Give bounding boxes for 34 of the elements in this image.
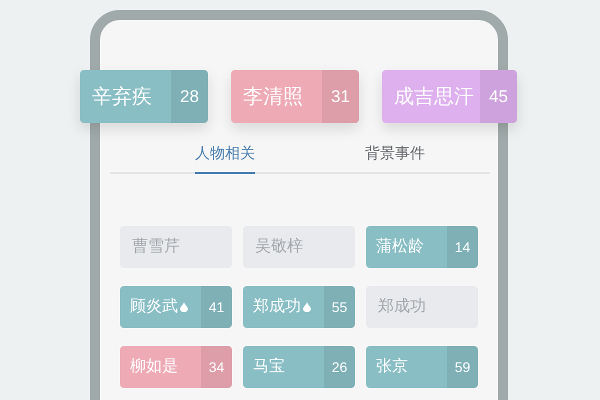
count-badge: 31 (322, 70, 359, 123)
count-badge: 26 (324, 346, 355, 388)
count-badge: 14 (447, 226, 478, 268)
count-badge: 41 (201, 286, 232, 328)
person-tag[interactable]: 李清照 31 (231, 70, 359, 123)
person-tag[interactable]: 吴敬梓 (243, 226, 355, 268)
person-name: 马宝 (253, 356, 285, 377)
drop-icon (303, 302, 311, 312)
tab[interactable]: 人物相关 (195, 136, 255, 174)
person-tag[interactable]: 郑成功 (366, 286, 478, 328)
person-tag[interactable]: 顾炎武 41 (120, 286, 232, 328)
tab[interactable]: 背景事件 (365, 136, 425, 174)
person-tag[interactable]: 蒲松龄 14 (366, 226, 478, 268)
person-name: 辛弃疾 (92, 84, 152, 110)
person-name: 顾炎武 (130, 296, 178, 317)
count-badge: 28 (171, 70, 208, 123)
person-tag[interactable]: 曹雪芹 (120, 226, 232, 268)
drop-icon (180, 302, 188, 312)
person-tag[interactable]: 柳如是 34 (120, 346, 232, 388)
count-badge: 45 (480, 70, 517, 123)
person-tag[interactable]: 张京 59 (366, 346, 478, 388)
person-name: 郑成功 (253, 296, 301, 317)
person-tag[interactable]: 辛弃疾 28 (80, 70, 208, 123)
count-badge: 34 (201, 346, 232, 388)
person-name: 李清照 (243, 84, 303, 110)
person-tag[interactable]: 马宝 26 (243, 346, 355, 388)
person-name: 成吉思汗 (394, 84, 474, 110)
count-badge: 59 (447, 346, 478, 388)
person-name: 张京 (376, 356, 408, 377)
person-name: 柳如是 (130, 357, 178, 377)
count-badge: 55 (324, 286, 355, 328)
person-name: 蒲松龄 (376, 236, 424, 257)
person-tag[interactable]: 郑成功 55 (243, 286, 355, 328)
person-tag[interactable]: 成吉思汗 45 (382, 70, 517, 123)
